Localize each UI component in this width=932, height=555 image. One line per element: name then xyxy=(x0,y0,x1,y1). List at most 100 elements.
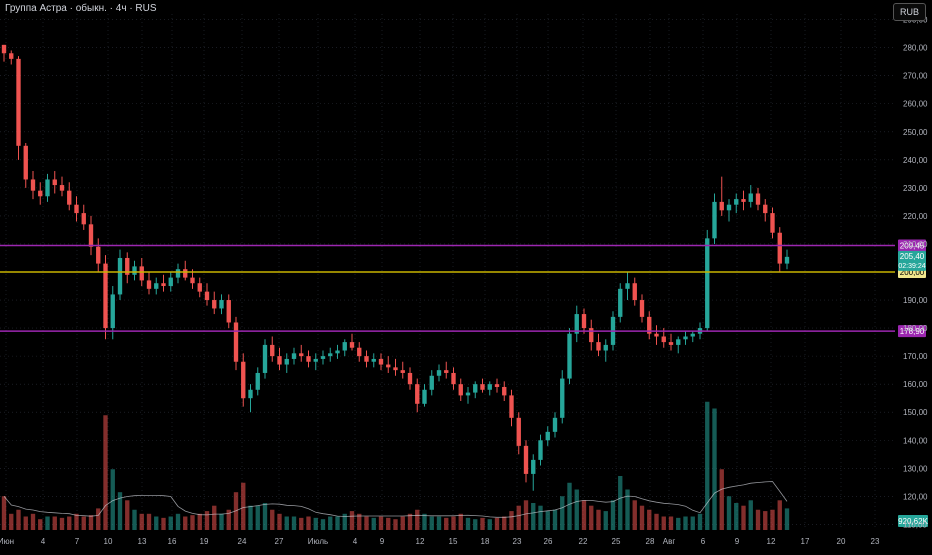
time-tick-label: 6 xyxy=(701,537,706,546)
volume-bar xyxy=(30,513,36,530)
price-tick-label: 120,00 xyxy=(903,492,928,501)
candle-body xyxy=(154,283,159,289)
volume-bar xyxy=(683,516,688,530)
candle-body xyxy=(255,372,260,390)
currency-button[interactable]: RUB xyxy=(892,3,926,21)
volume-bar xyxy=(538,505,543,530)
volume-bar xyxy=(451,516,456,530)
candle-body xyxy=(444,370,449,373)
candle-body xyxy=(625,283,630,289)
candle-body xyxy=(407,372,413,385)
candle-body xyxy=(30,179,36,191)
volume-bar xyxy=(603,511,608,530)
candle-body xyxy=(516,417,521,446)
candle-body xyxy=(1,44,7,54)
candle-body xyxy=(719,201,724,211)
volume-bar xyxy=(270,509,275,530)
candle-body xyxy=(770,213,775,233)
volume-bar xyxy=(88,515,94,530)
candle-body xyxy=(212,300,217,309)
price-tick-label: 270,00 xyxy=(903,72,928,81)
candle-body xyxy=(16,58,21,146)
candle-body xyxy=(132,266,137,275)
volume-bar xyxy=(386,517,391,530)
candle-body xyxy=(639,300,645,317)
candle-body xyxy=(161,283,166,287)
time-tick-label: 7 xyxy=(75,537,80,546)
chart-area[interactable]: 209,45 200,00 178,90 205,40 02:39:24 920,62K … xyxy=(0,0,932,550)
volume-bar xyxy=(415,509,420,530)
volume-bar xyxy=(81,516,86,530)
candle-body xyxy=(306,356,311,362)
volume-bar xyxy=(96,508,101,530)
volume-bar xyxy=(647,509,652,530)
candle-body xyxy=(393,367,398,371)
time-tick-label: Авг xyxy=(663,537,676,546)
price-tick-label: 130,00 xyxy=(903,464,928,473)
volume-bar xyxy=(552,509,558,530)
candle-body xyxy=(763,204,768,214)
volume-bar xyxy=(654,513,659,530)
price-tick-label: 160,00 xyxy=(903,380,928,389)
time-tick-label: Июн xyxy=(0,537,14,546)
volume-bar xyxy=(393,519,398,530)
time-tick-label: 18 xyxy=(481,537,490,546)
volume-bar xyxy=(45,516,50,530)
volume-bar xyxy=(400,516,405,530)
time-tick-label: 27 xyxy=(275,537,284,546)
candle-body xyxy=(284,358,289,365)
volume-bar xyxy=(748,500,753,530)
candle-body xyxy=(190,277,195,284)
volume-bar xyxy=(103,415,108,530)
candle-body xyxy=(103,263,108,329)
time-tick-label: 24 xyxy=(238,537,247,546)
candle-body xyxy=(110,294,115,329)
volume-bar xyxy=(371,517,376,530)
volume-bar xyxy=(422,513,427,530)
candlestick-chart[interactable]: 209,45200,00178,90205,4002:39:24920,62K … xyxy=(0,0,932,550)
volume-bar xyxy=(429,516,434,530)
time-tick-label: 22 xyxy=(579,537,588,546)
candle-body xyxy=(567,333,572,379)
volume-bar xyxy=(255,505,260,530)
volume-bar xyxy=(9,513,14,530)
candle-body xyxy=(357,347,362,357)
candle-body xyxy=(313,358,318,362)
volume-bar xyxy=(523,500,529,530)
price-tick-label: 180,00 xyxy=(903,324,928,333)
candle-body xyxy=(378,358,384,365)
candle-body xyxy=(603,344,608,351)
volume-bar xyxy=(299,517,304,530)
volume-bar xyxy=(139,513,144,530)
bar-countdown-label: 02:39:24 xyxy=(898,263,925,270)
candle-body xyxy=(117,257,123,295)
candle-body xyxy=(668,342,674,345)
candle-body xyxy=(175,269,181,278)
volume-bar xyxy=(190,515,195,530)
candle-body xyxy=(683,336,688,340)
candle-body xyxy=(45,179,50,197)
volume-bar xyxy=(175,513,181,530)
time-tick-label: 12 xyxy=(416,537,425,546)
volume-bar xyxy=(241,482,246,530)
volume-bar xyxy=(262,503,268,530)
volume-bar xyxy=(16,509,21,530)
candle-body xyxy=(538,440,543,460)
candle-body xyxy=(415,384,420,404)
volume-bar xyxy=(284,516,289,530)
candle-body xyxy=(436,370,442,376)
candle-body xyxy=(349,342,355,348)
candle-body xyxy=(291,353,297,359)
candle-body xyxy=(342,342,347,351)
volume-bar xyxy=(494,517,500,530)
candle-body xyxy=(509,395,514,418)
volume-bar xyxy=(436,516,442,530)
volume-bar xyxy=(618,476,623,530)
candle-body xyxy=(168,277,173,287)
candle-body xyxy=(320,356,326,359)
candle-body xyxy=(741,199,746,202)
time-tick-label: 28 xyxy=(646,537,655,546)
time-tick-label: 12 xyxy=(767,537,776,546)
candle-body xyxy=(502,386,507,396)
time-tick-label: 10 xyxy=(104,537,113,546)
